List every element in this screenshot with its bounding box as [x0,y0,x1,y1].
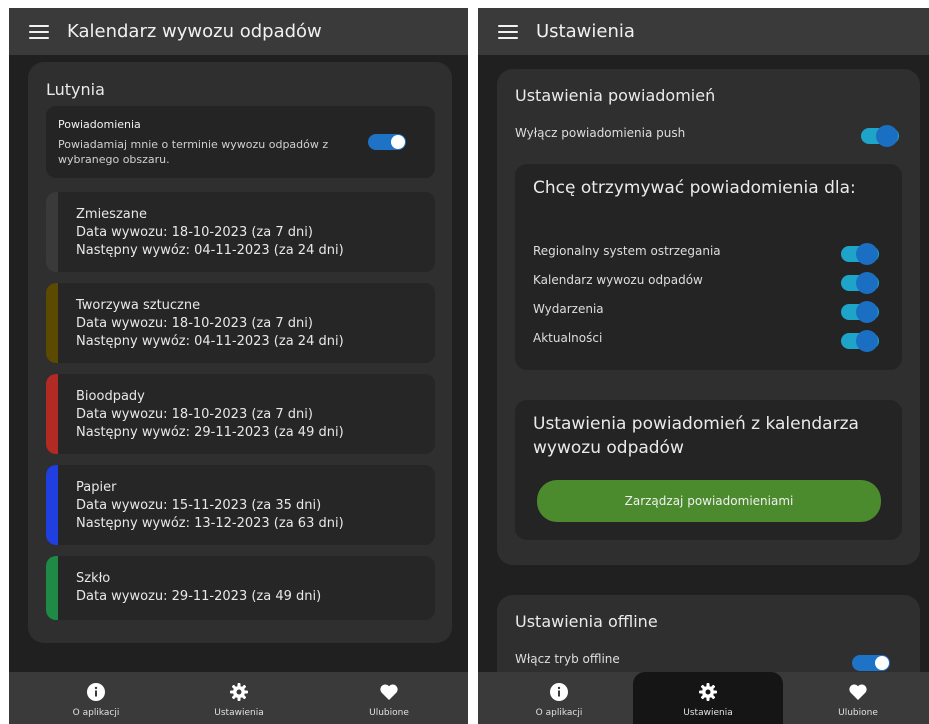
waste-calendar-screen: Kalendarz wywozu odpadów Lutynia Powiado… [9,8,468,724]
heart-icon [849,684,867,700]
nav-about[interactable]: O aplikacji [484,672,634,724]
heart-icon [380,684,398,700]
offline-settings-title: Ustawienia offline [515,612,658,631]
next-pickup-date: Następny wywóz: 13-12-2023 (za 63 dni) [76,516,344,531]
waste-color-stripe [46,556,58,620]
page-title: Kalendarz wywozu odpadów [67,21,322,42]
push-off-toggle[interactable] [861,125,899,147]
offline-mode-toggle[interactable] [852,655,890,671]
receive-item-label: Aktualności [533,331,603,345]
calendar-notification-card: Ustawienia powiadomień z kalendarza wywo… [515,400,902,540]
nav-about-label: O aplikacji [535,708,583,718]
nav-favorites-label: Ulubione [838,708,878,718]
nav-settings-label: Ustawienia [683,708,733,718]
waste-name: Zmieszane [76,207,147,222]
waste-name: Bioodpady [76,389,145,404]
pickup-date: Data wywozu: 15-11-2023 (za 35 dni) [76,498,322,513]
notifications-description: Powiadamiaj mnie o terminie wywozu odpad… [58,138,329,166]
waste-color-stripe [46,465,58,545]
waste-card-glass: Szkło Data wywozu: 29-11-2023 (za 49 dni… [46,556,435,620]
pickup-date: Data wywozu: 18-10-2023 (za 7 dni) [76,225,313,240]
top-app-bar: Kalendarz wywozu odpadów [9,8,468,55]
receive-item-label: Wydarzenia [533,302,604,316]
next-pickup-date: Następny wywóz: 04-11-2023 (za 24 dni) [76,334,344,349]
waste-color-stripe [46,192,58,272]
regional-warning-toggle[interactable] [841,243,879,265]
area-title: Lutynia [46,80,105,99]
notifications-card: Powiadomienia Powiadamiaj mnie o termini… [46,106,435,178]
nav-favorites-label: Ulubione [369,708,409,718]
waste-card-plastics: Tworzywa sztuczne Data wywozu: 18-10-202… [46,283,435,363]
settings-screen: Ustawienia Ustawienia powiadomień Wyłącz… [478,8,929,724]
waste-name: Tworzywa sztuczne [76,298,201,313]
area-panel: Lutynia Powiadomienia Powiadamiaj mnie o… [28,62,452,643]
pickup-date: Data wywozu: 18-10-2023 (za 7 dni) [76,407,313,422]
receive-notifications-title: Chcę otrzymywać powiadomienia dla: [533,178,856,198]
waste-card-mixed: Zmieszane Data wywozu: 18-10-2023 (za 7 … [46,192,435,272]
push-off-label: Wyłącz powiadomienia push [515,126,686,140]
waste-card-bio: Bioodpady Data wywozu: 18-10-2023 (za 7 … [46,374,435,454]
events-toggle[interactable] [841,301,879,323]
receive-item-label: Regionalny system ostrzegania [533,244,721,258]
info-icon [87,683,105,701]
pickup-date: Data wywozu: 18-10-2023 (za 7 dni) [76,316,313,331]
gear-icon [230,683,248,701]
bottom-navigation: O aplikacji Ustawienia Ulubione [9,672,468,724]
notification-settings-title: Ustawienia powiadomień [515,86,716,105]
receive-notifications-card: Chcę otrzymywać powiadomienia dla: Regio… [515,164,902,370]
nav-settings[interactable]: Ustawienia [164,672,314,724]
waste-color-stripe [46,374,58,454]
receive-item-label: Kalendarz wywozu odpadów [533,273,703,287]
menu-icon[interactable] [498,24,518,39]
nav-about[interactable]: O aplikacji [21,672,171,724]
top-app-bar: Ustawienia [478,8,929,55]
notifications-title: Powiadomienia [58,118,141,131]
news-toggle[interactable] [841,330,879,352]
info-icon [550,683,568,701]
waste-card-paper: Papier Data wywozu: 15-11-2023 (za 35 dn… [46,465,435,545]
manage-notifications-button[interactable]: Zarządzaj powiadomieniami [537,480,881,522]
page-title: Ustawienia [536,21,635,42]
nav-about-label: O aplikacji [72,708,120,718]
waste-calendar-toggle[interactable] [841,272,879,294]
pickup-date: Data wywozu: 29-11-2023 (za 49 dni) [76,589,322,604]
nav-settings[interactable]: Ustawienia [633,672,783,724]
gear-icon [699,683,717,701]
menu-icon[interactable] [29,24,49,39]
bottom-navigation: O aplikacji Ustawienia Ulubione [478,672,929,724]
waste-name: Papier [76,480,117,495]
next-pickup-date: Następny wywóz: 29-11-2023 (za 49 dni) [76,425,344,440]
notifications-toggle[interactable] [368,134,406,150]
nav-favorites[interactable]: Ulubione [314,672,464,724]
offline-mode-label: Włącz tryb offline [515,652,620,666]
waste-name: Szkło [76,571,111,586]
waste-color-stripe [46,283,58,363]
notification-settings-panel: Ustawienia powiadomień Wyłącz powiadomie… [497,69,920,565]
next-pickup-date: Następny wywóz: 04-11-2023 (za 24 dni) [76,243,344,258]
nav-settings-label: Ustawienia [214,708,264,718]
calendar-notification-title: Ustawienia powiadomień z kalendarza wywo… [533,414,859,458]
nav-favorites[interactable]: Ulubione [783,672,929,724]
